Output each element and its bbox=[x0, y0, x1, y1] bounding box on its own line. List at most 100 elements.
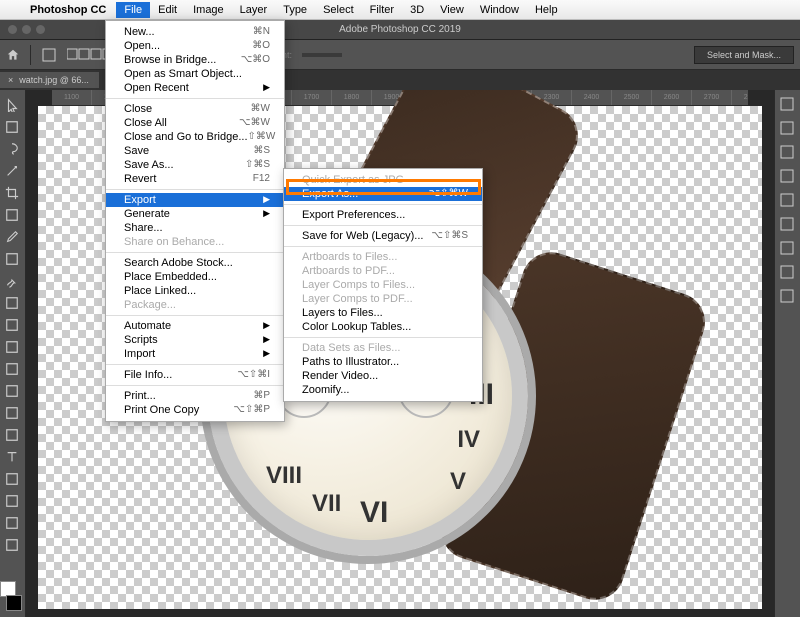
blur-tool[interactable] bbox=[0, 380, 24, 402]
brush-tool[interactable] bbox=[0, 270, 24, 292]
stamp-tool[interactable] bbox=[0, 292, 24, 314]
menu-item-label: Automate bbox=[124, 320, 171, 332]
file-menu-item-share[interactable]: Share... bbox=[106, 221, 284, 235]
export-menu-item-export-preferences[interactable]: Export Preferences... bbox=[284, 208, 482, 222]
marquee-tool[interactable] bbox=[0, 116, 24, 138]
close-tab-icon[interactable]: × bbox=[8, 75, 13, 85]
menu-shortcut: ⌘O bbox=[252, 40, 270, 52]
wand-tool[interactable] bbox=[0, 160, 24, 182]
height-input[interactable] bbox=[302, 53, 342, 57]
eraser-tool[interactable] bbox=[0, 336, 24, 358]
export-menu-item-color-lookup-tables[interactable]: Color Lookup Tables... bbox=[284, 320, 482, 334]
menu-item-label: Print... bbox=[124, 390, 156, 402]
menu-item-label: Save bbox=[124, 145, 149, 157]
close-window-icon[interactable] bbox=[8, 25, 17, 34]
file-menu-item-new[interactable]: New...⌘N bbox=[106, 25, 284, 39]
ruler-tick: 2700 bbox=[692, 90, 732, 105]
menubar-item-file[interactable]: File bbox=[116, 2, 150, 18]
menu-shortcut: ⌥⇧⌘W bbox=[429, 188, 468, 200]
history2-panel-icon[interactable] bbox=[779, 264, 797, 282]
menubar-item-help[interactable]: Help bbox=[527, 2, 566, 18]
swatches-panel-icon[interactable] bbox=[779, 120, 797, 138]
export-menu-item-zoomify[interactable]: Zoomify... bbox=[284, 383, 482, 397]
path-tool[interactable] bbox=[0, 468, 24, 490]
file-menu-item-open[interactable]: Open...⌘O bbox=[106, 39, 284, 53]
history-tool[interactable] bbox=[0, 314, 24, 336]
properties-panel-icon[interactable] bbox=[779, 288, 797, 306]
app-name[interactable]: Photoshop CC bbox=[30, 4, 106, 16]
color-panel-icon[interactable] bbox=[779, 96, 797, 114]
file-menu-item-open-as-smart-object[interactable]: Open as Smart Object... bbox=[106, 67, 284, 81]
frame-tool[interactable] bbox=[0, 204, 24, 226]
export-menu-item-paths-to-illustrator[interactable]: Paths to Illustrator... bbox=[284, 355, 482, 369]
color-swatches[interactable] bbox=[0, 581, 22, 611]
file-menu-item-save[interactable]: Save⌘S bbox=[106, 144, 284, 158]
menubar-item-select[interactable]: Select bbox=[315, 2, 362, 18]
menubar-item-window[interactable]: Window bbox=[472, 2, 527, 18]
crop-tool[interactable] bbox=[0, 182, 24, 204]
file-menu-item-close-and-go-to-bridge[interactable]: Close and Go to Bridge...⇧⌘W bbox=[106, 130, 284, 144]
pen-tool[interactable] bbox=[0, 424, 24, 446]
minimize-window-icon[interactable] bbox=[22, 25, 31, 34]
zoom-window-icon[interactable] bbox=[36, 25, 45, 34]
zoom-tool[interactable] bbox=[0, 534, 24, 556]
file-menu-item-import[interactable]: Import▶ bbox=[106, 347, 284, 361]
type-tool[interactable] bbox=[0, 446, 24, 468]
paths-panel-icon[interactable] bbox=[779, 240, 797, 258]
eyedropper-tool[interactable] bbox=[0, 226, 24, 248]
menubar-item-edit[interactable]: Edit bbox=[150, 2, 185, 18]
background-color[interactable] bbox=[6, 595, 22, 611]
file-menu-item-file-info[interactable]: File Info...⌥⇧⌘I bbox=[106, 368, 284, 382]
menubar-item-3d[interactable]: 3D bbox=[402, 2, 432, 18]
dodge-tool[interactable] bbox=[0, 402, 24, 424]
export-menu-item-artboards-to-files: Artboards to Files... bbox=[284, 250, 482, 264]
tool-preset-icon[interactable] bbox=[41, 47, 57, 63]
move-tool[interactable] bbox=[0, 94, 24, 116]
export-menu-item-render-video[interactable]: Render Video... bbox=[284, 369, 482, 383]
window-controls[interactable] bbox=[8, 25, 45, 34]
menubar-item-layer[interactable]: Layer bbox=[232, 2, 276, 18]
export-menu-item-export-as[interactable]: Export As...⌥⇧⌘W bbox=[284, 187, 482, 201]
channels-panel-icon[interactable] bbox=[779, 216, 797, 234]
export-menu-item-layers-to-files[interactable]: Layers to Files... bbox=[284, 306, 482, 320]
file-menu-item-place-linked[interactable]: Place Linked... bbox=[106, 284, 284, 298]
lasso-tool[interactable] bbox=[0, 138, 24, 160]
menu-shortcut: ⌘P bbox=[253, 390, 270, 402]
file-menu-item-revert[interactable]: RevertF12 bbox=[106, 172, 284, 186]
file-menu-item-browse-in-bridge[interactable]: Browse in Bridge...⌥⌘O bbox=[106, 53, 284, 67]
select-and-mask-button[interactable]: Select and Mask... bbox=[694, 46, 794, 64]
apple-logo-icon[interactable] bbox=[8, 3, 22, 17]
rect-tool[interactable] bbox=[0, 490, 24, 512]
window-title: Adobe Photoshop CC 2019 bbox=[339, 24, 461, 35]
menu-shortcut: ⌥⌘O bbox=[241, 54, 270, 66]
file-menu-item-search-adobe-stock[interactable]: Search Adobe Stock... bbox=[106, 256, 284, 270]
home-icon[interactable] bbox=[6, 48, 20, 62]
ruler-tick: 2500 bbox=[612, 90, 652, 105]
file-menu-item-open-recent[interactable]: Open Recent▶ bbox=[106, 81, 284, 95]
hand-tool[interactable] bbox=[0, 512, 24, 534]
file-menu-item-print-one-copy[interactable]: Print One Copy⌥⇧⌘P bbox=[106, 403, 284, 417]
file-menu-item-generate[interactable]: Generate▶ bbox=[106, 207, 284, 221]
gradient-tool[interactable] bbox=[0, 358, 24, 380]
adjustments-panel-icon[interactable] bbox=[779, 144, 797, 162]
file-menu-item-save-as[interactable]: Save As...⇧⌘S bbox=[106, 158, 284, 172]
file-menu-item-place-embedded[interactable]: Place Embedded... bbox=[106, 270, 284, 284]
menubar-item-filter[interactable]: Filter bbox=[362, 2, 402, 18]
menubar-item-type[interactable]: Type bbox=[275, 2, 315, 18]
heal-tool[interactable] bbox=[0, 248, 24, 270]
menu-item-label: Place Linked... bbox=[124, 285, 196, 297]
menu-item-label: Open Recent bbox=[124, 82, 189, 94]
submenu-arrow-icon: ▶ bbox=[263, 208, 270, 220]
menubar-item-view[interactable]: View bbox=[432, 2, 472, 18]
layers-panel-icon[interactable] bbox=[779, 192, 797, 210]
file-menu-item-close-all[interactable]: Close All⌥⌘W bbox=[106, 116, 284, 130]
typography-panel-icon[interactable] bbox=[779, 168, 797, 186]
file-menu-item-close[interactable]: Close⌘W bbox=[106, 102, 284, 116]
file-menu-item-scripts[interactable]: Scripts▶ bbox=[106, 333, 284, 347]
file-menu-item-automate[interactable]: Automate▶ bbox=[106, 319, 284, 333]
file-menu-item-export[interactable]: Export▶ bbox=[106, 193, 284, 207]
export-menu-item-save-for-web-legacy[interactable]: Save for Web (Legacy)...⌥⇧⌘S bbox=[284, 229, 482, 243]
file-menu-item-print[interactable]: Print... ⌘P bbox=[106, 389, 284, 403]
document-tab[interactable]: × watch.jpg @ 66... bbox=[0, 72, 99, 88]
menubar-item-image[interactable]: Image bbox=[185, 2, 232, 18]
